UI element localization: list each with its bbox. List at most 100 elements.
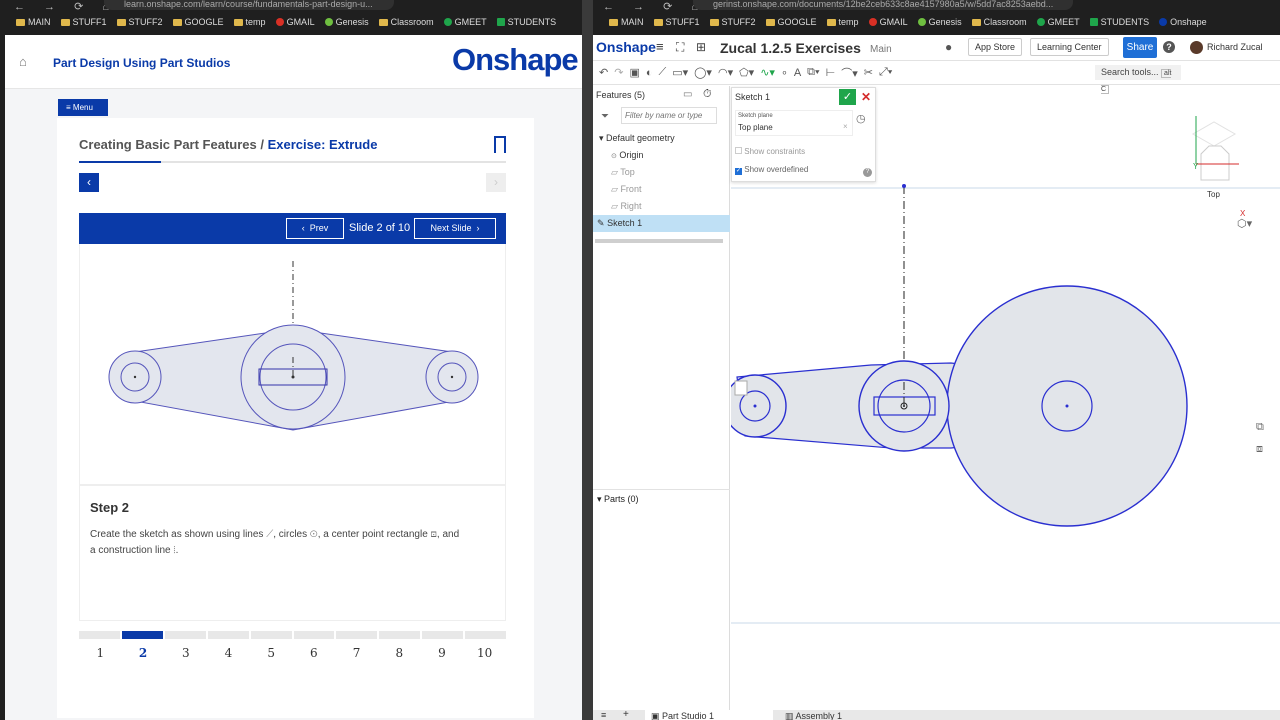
confirm-check-icon[interactable]: ✓ <box>839 89 856 105</box>
left-address-bar[interactable]: learn.onshape.com/learn/course/fundament… <box>104 0 394 10</box>
sketch-name-field[interactable]: Sketch 1 <box>735 92 770 102</box>
onshape-app-logo[interactable]: Onshape <box>596 39 656 55</box>
add-tab-icon[interactable]: + <box>623 710 629 720</box>
sketch-help-icon[interactable]: ? <box>863 168 872 177</box>
thumb-10[interactable] <box>465 631 507 639</box>
arc-icon[interactable]: ◠▾ <box>718 66 733 79</box>
help-icon[interactable]: ? <box>1163 41 1175 53</box>
next-slide-button[interactable]: Next Slide › <box>414 218 496 239</box>
show-overdefined-option[interactable]: ✓ Show overdefined <box>735 165 808 175</box>
measure-panel-icon[interactable]: ⧈ <box>1256 443 1263 456</box>
insert-icon[interactable]: ⊞ <box>696 40 706 54</box>
share-button[interactable]: Share <box>1123 37 1157 58</box>
page-9[interactable]: 9 <box>421 646 464 660</box>
page-2[interactable]: 2 <box>122 646 165 660</box>
rollback-timer-icon[interactable]: ⏱ <box>703 88 712 101</box>
tab-part-studio[interactable]: ▣ Part Studio 1 <box>645 710 773 720</box>
view-options-icon[interactable]: ⬡▾ <box>1237 217 1252 230</box>
thumb-5[interactable] <box>250 631 292 639</box>
rbookmark-onshape[interactable]: Onshape <box>1159 17 1207 27</box>
rbookmark-temp[interactable]: temp <box>826 17 859 27</box>
bookmark-main[interactable]: MAIN <box>16 17 51 27</box>
transform-icon[interactable]: ⤢▾ <box>879 66 892 79</box>
bookmark-stuff1[interactable]: STUFF1 <box>60 17 107 27</box>
bookmark-temp[interactable]: temp <box>233 17 266 27</box>
rollback-bar[interactable] <box>595 239 723 243</box>
filter-input[interactable] <box>621 107 717 124</box>
tree-origin[interactable]: ⊙ Origin <box>593 147 730 164</box>
thumb-7[interactable] <box>336 631 378 639</box>
thumb-2[interactable] <box>121 631 163 639</box>
view-cube-top-label[interactable]: Top <box>1207 190 1220 199</box>
tree-default-geometry[interactable]: ▾ Default geometry <box>593 130 730 147</box>
user-name[interactable]: Richard Zucal <box>1207 42 1263 52</box>
line-icon[interactable]: ⟋ <box>659 66 667 79</box>
show-constraints-checkbox[interactable] <box>735 147 742 154</box>
right-address-bar[interactable]: gerinst.onshape.com/documents/12be2ceb63… <box>693 0 1073 10</box>
tree-right-plane[interactable]: ▱ Right <box>593 198 730 215</box>
menu-button[interactable]: ≡ Menu <box>58 99 108 116</box>
sketch-icon[interactable]: ▣ <box>629 66 639 79</box>
thumb-8[interactable] <box>379 631 421 639</box>
rectangle-icon[interactable]: ▭▾ <box>672 66 688 79</box>
feature-list-icon[interactable]: ⛶ <box>676 40 684 55</box>
rbookmark-students[interactable]: STUDENTS <box>1089 17 1149 27</box>
bookmark-genesis[interactable]: Genesis <box>324 17 369 27</box>
thumb-4[interactable] <box>207 631 249 639</box>
page-7[interactable]: 7 <box>335 646 378 660</box>
page-4[interactable]: 4 <box>207 646 250 660</box>
bookmark-gmail[interactable]: GMAIL <box>275 17 315 27</box>
polygon-icon[interactable]: ⬠▾ <box>739 66 754 79</box>
rbookmark-gmail[interactable]: GMAIL <box>868 17 908 27</box>
appearance-panel-icon[interactable]: ⧉ <box>1256 421 1264 434</box>
tab-assembly[interactable]: ▥ Assembly 1 <box>779 710 911 720</box>
document-title[interactable]: Zucal 1.2.5 Exercises <box>720 40 861 56</box>
rbookmark-stuff2[interactable]: STUFF2 <box>709 17 756 27</box>
page-1[interactable]: 1 <box>79 646 122 660</box>
tab-list-icon[interactable]: ≡ <box>601 710 606 720</box>
redo-icon[interactable]: ↷ <box>614 66 623 79</box>
clear-plane-icon[interactable]: × <box>843 122 848 131</box>
left-nav-buttons[interactable]: ← → ⟳ ⌂ <box>14 0 117 13</box>
page-10[interactable]: 10 <box>463 646 506 660</box>
back-button[interactable]: ‹ <box>79 173 99 192</box>
thumb-6[interactable] <box>293 631 335 639</box>
undo-icon[interactable]: ↶ <box>599 66 608 79</box>
app-store-button[interactable]: App Store <box>968 38 1023 56</box>
comments-icon[interactable]: ● <box>945 40 952 54</box>
page-8[interactable]: 8 <box>378 646 421 660</box>
rbookmark-main[interactable]: MAIN <box>609 17 644 27</box>
spline-icon[interactable]: ∿▾ <box>760 66 775 79</box>
main-menu-icon[interactable]: ≡ <box>656 39 664 54</box>
bookmark-icon[interactable] <box>494 136 506 153</box>
circle-icon[interactable]: ◯▾ <box>694 66 712 79</box>
parts-header[interactable]: ▾ Parts (0) <box>593 489 730 505</box>
avatar[interactable] <box>1190 41 1203 54</box>
bookmark-classroom[interactable]: Classroom <box>378 17 434 27</box>
sketch-plane-field[interactable]: Sketch plane Top plane × <box>735 110 853 136</box>
rbookmark-gmeet[interactable]: GMEET <box>1036 17 1080 27</box>
tree-sketch-1[interactable]: ✎ Sketch 1 <box>593 215 730 232</box>
use-icon[interactable]: ⧉▾ <box>807 66 819 79</box>
thumb-1[interactable] <box>79 631 120 639</box>
rbookmark-stuff1[interactable]: STUFF1 <box>653 17 700 27</box>
bookmark-google[interactable]: GOOGLE <box>172 17 224 27</box>
fillet-icon[interactable]: ⌒▾ <box>841 65 858 81</box>
search-tools-input[interactable]: Search tools... alt C <box>1095 65 1181 94</box>
page-6[interactable]: 6 <box>293 646 336 660</box>
trim-icon[interactable]: ✂ <box>864 66 873 79</box>
rbookmark-classroom[interactable]: Classroom <box>971 17 1027 27</box>
thumb-3[interactable] <box>164 631 206 639</box>
sketch-history-icon[interactable]: ◷ <box>856 112 866 125</box>
dimension-icon[interactable]: ⊢ <box>826 66 836 79</box>
text-icon[interactable]: A <box>794 67 801 79</box>
branch-label[interactable]: Main <box>870 44 892 55</box>
rbookmark-google[interactable]: GOOGLE <box>765 17 817 27</box>
prev-slide-button[interactable]: ‹ Prev <box>286 218 344 239</box>
right-nav-buttons[interactable]: ← → ⟳ ⌂ <box>603 0 706 13</box>
bookmark-gmeet[interactable]: GMEET <box>443 17 487 27</box>
bookmark-students[interactable]: STUDENTS <box>496 17 556 27</box>
show-overdefined-checkbox[interactable]: ✓ <box>735 168 742 175</box>
add-folder-icon[interactable]: ▭ <box>683 89 692 100</box>
learning-center-button[interactable]: Learning Center <box>1030 38 1109 56</box>
